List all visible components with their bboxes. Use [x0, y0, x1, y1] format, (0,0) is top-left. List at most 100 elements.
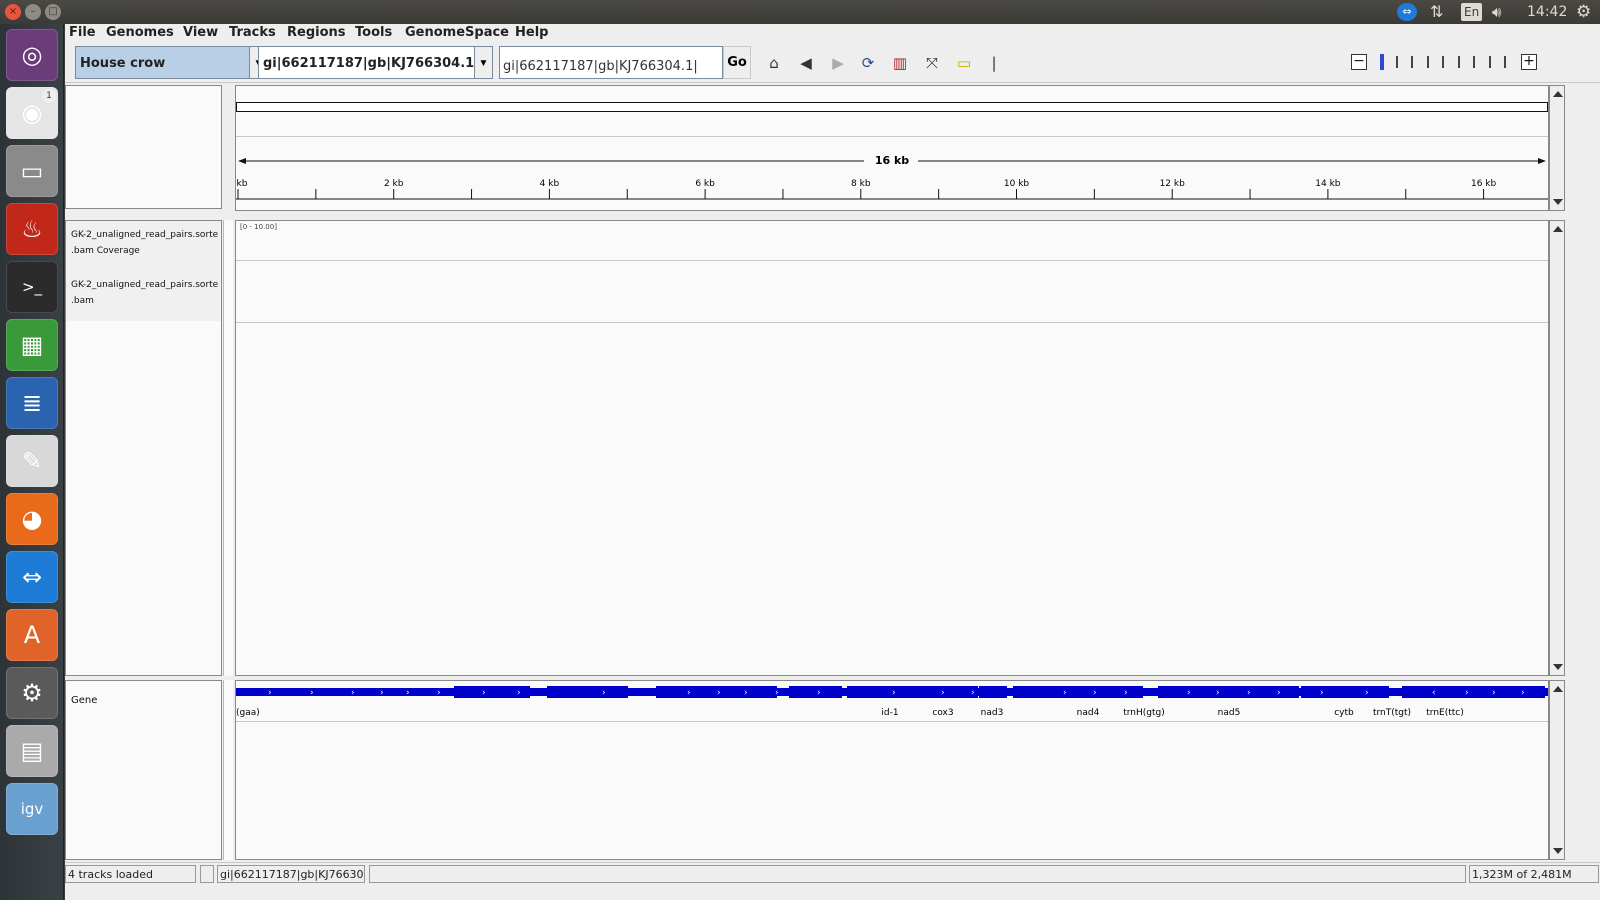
- ruler-tick-label: 12 kb: [1160, 179, 1186, 189]
- attribute-panel: [223, 220, 233, 676]
- launcher-chrome-icon[interactable]: ◉ 1: [6, 87, 58, 139]
- terminal-icon: >_: [21, 278, 43, 296]
- refresh-icon[interactable]: ⟳: [857, 53, 879, 73]
- gene-track[interactable]: › › › › › › › › › › › › › › › › › › › › › › › › › › ‹ › › ›: [236, 681, 1548, 731]
- chromosome-select[interactable]: gi|662117187|gb|KJ766304.1|: [258, 46, 479, 79]
- back-icon[interactable]: ◀: [795, 53, 817, 73]
- ruler-tick-label: 16 kb: [1471, 179, 1497, 189]
- memory-status[interactable]: 1,323M of 2,481M: [1469, 865, 1599, 883]
- zoom-tick[interactable]: [1504, 56, 1506, 68]
- zoom-tick[interactable]: [1489, 56, 1491, 68]
- launcher-firefox-icon[interactable]: ◕: [6, 493, 58, 545]
- launcher-scanner-icon[interactable]: ▤: [6, 725, 58, 777]
- chromosome-dropdown-arrow-icon[interactable]: ▼: [475, 46, 493, 79]
- window-close-button[interactable]: ×: [5, 4, 21, 20]
- menu-help[interactable]: Help: [515, 25, 548, 40]
- feature-name-panel: Gene: [65, 680, 222, 860]
- scroll-up-icon[interactable]: [1553, 91, 1563, 97]
- feature-panel: › › › › › › › › › › › › › › › › › › › › › › › › › › ‹ › › › (gaa) id-1…: [235, 680, 1549, 860]
- zoom-tick[interactable]: [1458, 56, 1460, 68]
- coverage-range-label: [0 - 10.00]: [240, 223, 277, 231]
- launcher-igv-icon[interactable]: igv: [6, 783, 58, 835]
- zoom-tick[interactable]: [1427, 56, 1429, 68]
- software-center-icon: A: [23, 621, 41, 649]
- scroll-down-icon[interactable]: [1553, 664, 1563, 670]
- scanner-icon: ▤: [20, 737, 44, 765]
- window-maximize-button[interactable]: □: [45, 4, 61, 20]
- menu-genomes[interactable]: Genomes: [106, 25, 174, 40]
- menu-view[interactable]: View: [183, 25, 218, 40]
- ruler-line-icon[interactable]: |: [983, 53, 1005, 73]
- zoom-widget[interactable]: − +: [1345, 51, 1545, 75]
- keyboard-layout-indicator[interactable]: En: [1461, 3, 1483, 21]
- launcher-ubuntu-dash-icon[interactable]: ◎: [6, 29, 58, 81]
- gene-feature-block[interactable]: [789, 686, 842, 698]
- strand-arrow: ›: [1216, 688, 1220, 698]
- ruler-tick-label: kb: [237, 179, 248, 189]
- gene-feature-block[interactable]: [847, 686, 978, 698]
- strand-arrow: ›: [437, 688, 441, 698]
- clock[interactable]: 14:42: [1527, 0, 1567, 24]
- popup-info-icon[interactable]: ▭: [953, 53, 975, 73]
- system-gear-icon[interactable]: ⚙: [1576, 0, 1591, 24]
- locus-search-input[interactable]: [499, 46, 723, 79]
- scroll-down-icon[interactable]: [1553, 848, 1563, 854]
- menu-tracks[interactable]: Tracks: [229, 25, 276, 40]
- teamviewer-tray-icon[interactable]: ⇔: [1397, 3, 1417, 21]
- forward-icon[interactable]: ▶: [827, 53, 849, 73]
- launcher-terminal-icon[interactable]: >_: [6, 261, 58, 313]
- gene-label: cytb: [1334, 708, 1354, 718]
- resize-to-window-icon[interactable]: ⤧: [921, 53, 943, 73]
- locus-status: gi|662117187|gb|KJ766304.1|...: [217, 865, 365, 883]
- scroll-up-icon[interactable]: [1553, 226, 1563, 232]
- menu-bar: File Genomes View Tracks Regions Tools G…: [65, 24, 1600, 43]
- chromosome-ideogram[interactable]: [236, 102, 1548, 112]
- launcher-teamviewer-icon[interactable]: ⇔: [6, 551, 58, 603]
- feature-panel-scrollbar[interactable]: [1549, 680, 1565, 860]
- go-button[interactable]: Go: [723, 46, 751, 79]
- network-icon[interactable]: ⇅: [1430, 0, 1443, 24]
- gene-feature-block[interactable]: [1301, 686, 1389, 698]
- zoom-in-icon[interactable]: +: [1521, 54, 1537, 70]
- zoom-tick[interactable]: [1396, 56, 1398, 68]
- gene-label: id-1: [881, 708, 899, 718]
- zoom-tick[interactable]: [1442, 56, 1444, 68]
- strand-arrow: ›: [310, 688, 314, 698]
- zoom-out-icon[interactable]: −: [1351, 54, 1367, 70]
- scroll-down-icon[interactable]: [1553, 199, 1563, 205]
- home-icon[interactable]: ⌂: [763, 53, 785, 73]
- zoom-tick[interactable]: [1473, 56, 1475, 68]
- volume-icon[interactable]: 🔊︎: [1492, 0, 1501, 24]
- strand-arrow: ›: [351, 688, 355, 698]
- launcher-pdf-viewer-icon[interactable]: ♨: [6, 203, 58, 255]
- zoom-slider-thumb[interactable]: [1380, 54, 1384, 70]
- launcher-files-icon[interactable]: ▭: [6, 145, 58, 197]
- gene-feature-block[interactable]: [979, 686, 1007, 698]
- menu-tools[interactable]: Tools: [355, 25, 392, 40]
- track-divider: [236, 260, 1548, 261]
- launcher-spreadsheet-icon[interactable]: ▦: [6, 319, 58, 371]
- window-minimize-button[interactable]: –: [25, 4, 41, 20]
- menu-file[interactable]: File: [69, 25, 96, 40]
- ruler-scrollbar[interactable]: [1549, 85, 1565, 211]
- alignment-track-name[interactable]: GK-2_unaligned_read_pairs.sorte .bam: [71, 277, 218, 309]
- launcher-software-center-icon[interactable]: A: [6, 609, 58, 661]
- ruler-tick-label: 8 kb: [851, 179, 871, 189]
- launcher-system-settings-icon[interactable]: ⚙: [6, 667, 58, 719]
- zoom-tick[interactable]: [1411, 56, 1413, 68]
- genome-select[interactable]: House crow: [75, 46, 250, 79]
- menu-genomespace[interactable]: GenomeSpace: [405, 25, 509, 40]
- menu-regions[interactable]: Regions: [287, 25, 346, 40]
- gene-feature-block[interactable]: [547, 686, 628, 698]
- ruler-tick-label: 4 kb: [540, 179, 560, 189]
- data-panel-scrollbar[interactable]: [1549, 220, 1565, 676]
- pdf-viewer-icon: ♨: [21, 215, 43, 243]
- notification-badge: 1: [42, 89, 56, 103]
- coverage-track-name[interactable]: GK-2_unaligned_read_pairs.sorte .bam Cov…: [71, 227, 218, 259]
- launcher-writer-icon[interactable]: ≣: [6, 377, 58, 429]
- scroll-up-icon[interactable]: [1553, 686, 1563, 692]
- region-of-interest-icon[interactable]: ▥: [889, 53, 911, 73]
- gene-track-name[interactable]: Gene: [71, 693, 97, 709]
- launcher-text-editor-icon[interactable]: ✎: [6, 435, 58, 487]
- teamviewer-icon: ⇔: [21, 563, 43, 591]
